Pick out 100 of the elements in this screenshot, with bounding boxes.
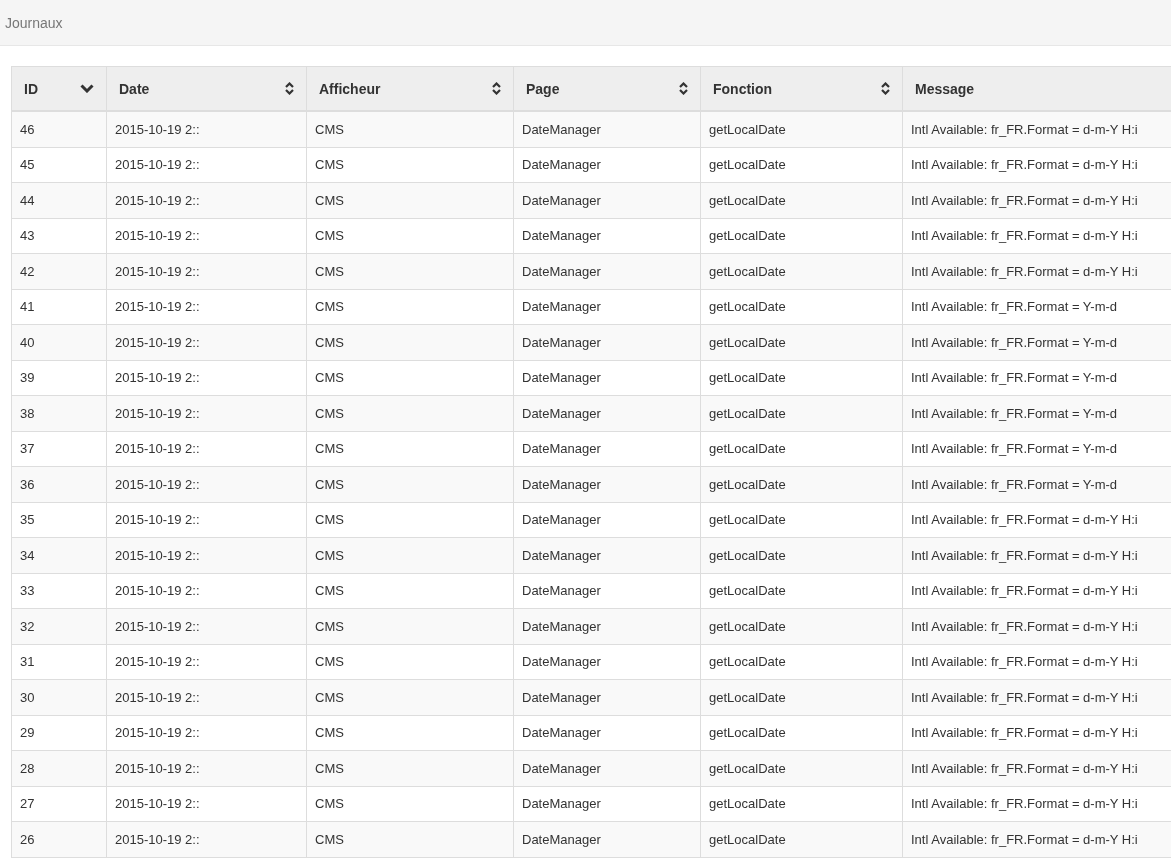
table-cell: 42 <box>11 253 107 289</box>
table-cell: getLocalDate <box>700 608 903 644</box>
table-cell: CMS <box>306 360 514 396</box>
column-header[interactable]: Page <box>513 66 701 111</box>
table-cell: DateManager <box>513 679 701 715</box>
table-cell: 44 <box>11 182 107 218</box>
table-cell: 2015-10-19 2:: <box>106 750 307 786</box>
table-cell: DateManager <box>513 431 701 467</box>
table-cell: Intl Available: fr_FR.Format = d-m-Y H:i <box>902 679 1171 715</box>
column-header[interactable]: Date <box>106 66 307 111</box>
table-cell: 27 <box>11 786 107 822</box>
table-cell: getLocalDate <box>700 360 903 396</box>
table-cell: CMS <box>306 182 514 218</box>
table-cell: getLocalDate <box>700 431 903 467</box>
table-cell: getLocalDate <box>700 715 903 751</box>
table-cell: getLocalDate <box>700 750 903 786</box>
table-cell: DateManager <box>513 466 701 502</box>
table-cell: 2015-10-19 2:: <box>106 147 307 183</box>
table-cell: DateManager <box>513 502 701 538</box>
table-cell: Intl Available: fr_FR.Format = Y-m-d <box>902 324 1171 360</box>
page-title: Journaux <box>5 14 63 31</box>
table-cell: CMS <box>306 466 514 502</box>
table-cell: getLocalDate <box>700 324 903 360</box>
table-cell: 2015-10-19 2:: <box>106 395 307 431</box>
table-cell: 2015-10-19 2:: <box>106 679 307 715</box>
table-cell: DateManager <box>513 573 701 609</box>
table-cell: Intl Available: fr_FR.Format = d-m-Y H:i <box>902 750 1171 786</box>
table-cell: 2015-10-19 2:: <box>106 502 307 538</box>
table-cell: getLocalDate <box>700 679 903 715</box>
table-cell: 28 <box>11 750 107 786</box>
table-cell: 2015-10-19 2:: <box>106 289 307 325</box>
sort-icon <box>492 82 501 95</box>
table-cell: Intl Available: fr_FR.Format = Y-m-d <box>902 395 1171 431</box>
table-cell: 37 <box>11 431 107 467</box>
table-cell: Intl Available: fr_FR.Format = Y-m-d <box>902 466 1171 502</box>
table-cell: 40 <box>11 324 107 360</box>
table-cell: getLocalDate <box>700 253 903 289</box>
table-cell: 29 <box>11 715 107 751</box>
table-cell: 45 <box>11 147 107 183</box>
table-cell: CMS <box>306 821 514 857</box>
table-cell: DateManager <box>513 289 701 325</box>
table-cell: 2015-10-19 2:: <box>106 715 307 751</box>
table-cell: 38 <box>11 395 107 431</box>
table-cell: Intl Available: fr_FR.Format = d-m-Y H:i <box>902 537 1171 573</box>
table-cell: CMS <box>306 111 514 147</box>
table-cell: CMS <box>306 786 514 822</box>
table-cell: CMS <box>306 253 514 289</box>
table-cell: CMS <box>306 502 514 538</box>
table-cell: 33 <box>11 573 107 609</box>
table-cell: CMS <box>306 644 514 680</box>
table-cell: CMS <box>306 608 514 644</box>
table-cell: DateManager <box>513 182 701 218</box>
column-header: Message <box>902 66 1171 111</box>
table-cell: CMS <box>306 431 514 467</box>
table-cell: 2015-10-19 2:: <box>106 182 307 218</box>
table-cell: 2015-10-19 2:: <box>106 786 307 822</box>
table-cell: getLocalDate <box>700 502 903 538</box>
table-cell: DateManager <box>513 395 701 431</box>
column-header[interactable]: Fonction <box>700 66 903 111</box>
table-cell: DateManager <box>513 537 701 573</box>
table-cell: 2015-10-19 2:: <box>106 466 307 502</box>
table-cell: 46 <box>11 111 107 147</box>
table-cell: DateManager <box>513 786 701 822</box>
table-cell: 31 <box>11 644 107 680</box>
table-cell: Intl Available: fr_FR.Format = d-m-Y H:i <box>902 608 1171 644</box>
sort-icon <box>679 82 688 95</box>
table-cell: CMS <box>306 324 514 360</box>
table-cell: 2015-10-19 2:: <box>106 360 307 396</box>
table-cell: 32 <box>11 608 107 644</box>
table-cell: CMS <box>306 537 514 573</box>
chevron-down-icon <box>80 84 94 93</box>
table-cell: 34 <box>11 537 107 573</box>
table-cell: 39 <box>11 360 107 396</box>
table-cell: Intl Available: fr_FR.Format = d-m-Y H:i <box>902 253 1171 289</box>
table-cell: getLocalDate <box>700 182 903 218</box>
table-cell: Intl Available: fr_FR.Format = d-m-Y H:i <box>902 111 1171 147</box>
sort-icon <box>881 82 890 95</box>
table-cell: 2015-10-19 2:: <box>106 111 307 147</box>
table-cell: CMS <box>306 147 514 183</box>
table-cell: 30 <box>11 679 107 715</box>
table-cell: DateManager <box>513 218 701 254</box>
sort-icon <box>285 82 294 95</box>
table-cell: DateManager <box>513 147 701 183</box>
table-cell: getLocalDate <box>700 644 903 680</box>
table-cell: DateManager <box>513 111 701 147</box>
column-header[interactable]: ID <box>11 66 107 111</box>
table-cell: getLocalDate <box>700 786 903 822</box>
table-cell: getLocalDate <box>700 218 903 254</box>
column-header[interactable]: Afficheur <box>306 66 514 111</box>
table-cell: 26 <box>11 821 107 857</box>
table-cell: CMS <box>306 573 514 609</box>
table-cell: CMS <box>306 679 514 715</box>
table-cell: DateManager <box>513 750 701 786</box>
table-cell: 2015-10-19 2:: <box>106 431 307 467</box>
table-cell: CMS <box>306 715 514 751</box>
table-cell: 2015-10-19 2:: <box>106 573 307 609</box>
table-cell: getLocalDate <box>700 821 903 857</box>
table-cell: CMS <box>306 395 514 431</box>
table-cell: 2015-10-19 2:: <box>106 253 307 289</box>
table-cell: 2015-10-19 2:: <box>106 324 307 360</box>
